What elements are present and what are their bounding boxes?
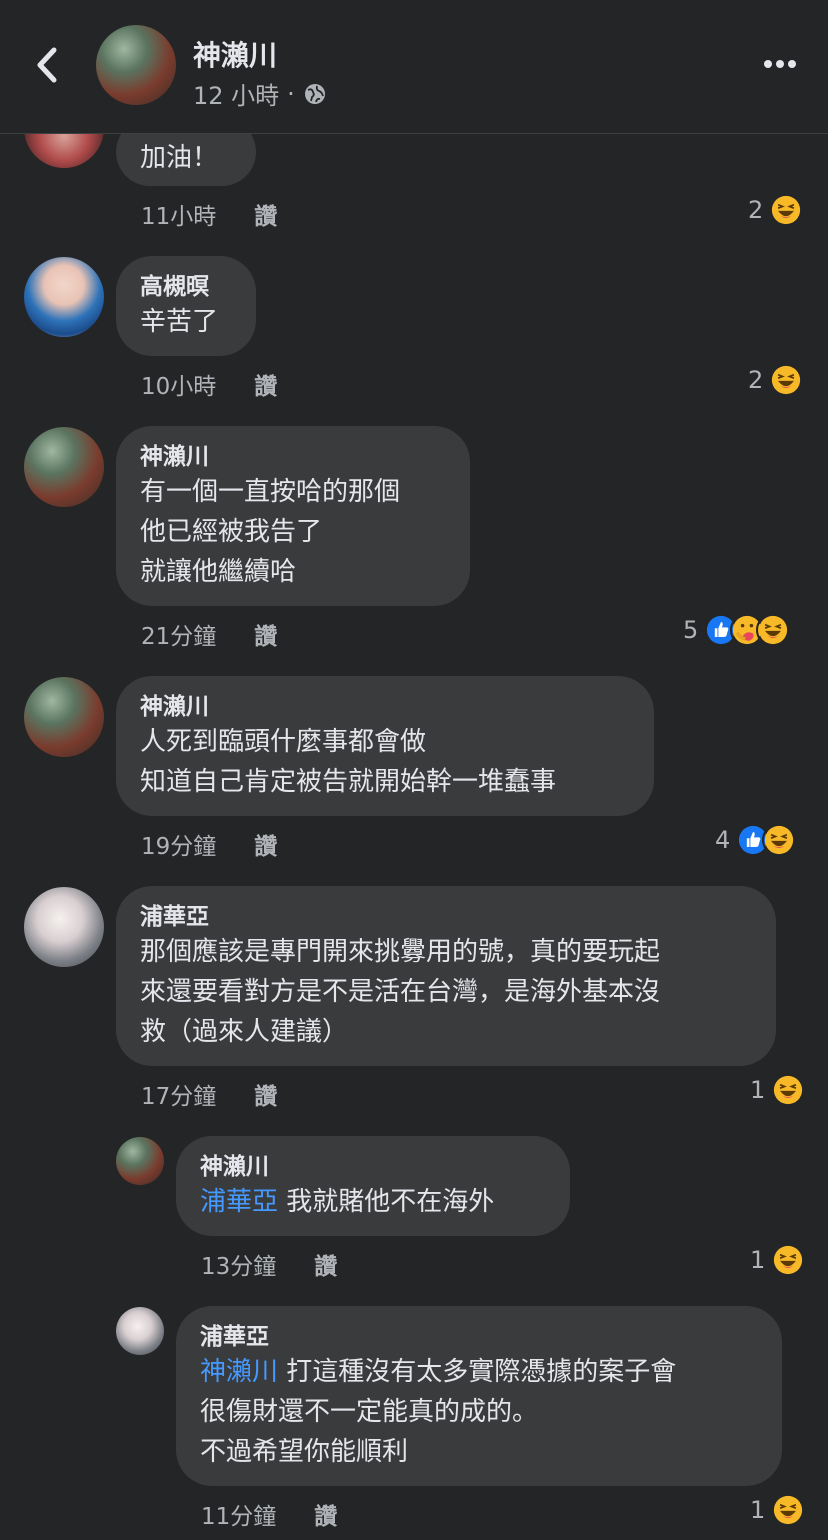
like-button[interactable]: 讚 (254, 1077, 277, 1111)
reaction-summary[interactable]: 2 (748, 193, 804, 227)
comment-time[interactable]: 10小時 (141, 367, 216, 401)
reaction-count: 5 (683, 616, 699, 644)
reaction-count: 2 (748, 196, 764, 224)
commenter-avatar[interactable] (116, 1137, 164, 1185)
reaction-summary[interactable]: 1 (750, 1493, 806, 1527)
reply-text: 我就賭他不在海外 (278, 1187, 495, 1217)
mention-link[interactable]: 神瀨川 (200, 1357, 278, 1387)
haha-reaction-icon (769, 193, 804, 227)
commenter-name[interactable]: 神瀨川 (140, 442, 446, 472)
reaction-count: 1 (750, 1246, 766, 1274)
like-button[interactable]: 讚 (254, 617, 277, 651)
comment-meta: 17分鐘 讚 (141, 1077, 277, 1111)
back-button[interactable] (28, 40, 68, 90)
comment-meta: 11分鐘 讚 (201, 1497, 337, 1531)
comment-text: 浦華亞 我就賭他不在海外 (200, 1182, 546, 1222)
comment-text: 有一個一直按哈的那個 他已經被我告了 就讓他繼續哈 (140, 477, 401, 587)
comment-time[interactable]: 11分鐘 (201, 1497, 276, 1531)
post-time[interactable]: 12 小時 (193, 76, 279, 111)
comment-meta: 21分鐘 讚 (141, 617, 277, 651)
post-header: 神瀨川 12 小時 · (0, 0, 828, 134)
comment-text: 那個應該是專門開來挑釁用的號，真的要玩起 來還要看對方是不是活在台灣，是海外基本… (140, 937, 661, 1047)
comment-meta: 10小時 讚 (141, 367, 277, 401)
like-button[interactable]: 讚 (254, 367, 277, 401)
reaction-count: 1 (750, 1076, 766, 1104)
haha-reaction-icon (756, 613, 791, 647)
haha-reaction-icon (771, 1493, 806, 1527)
commenter-avatar[interactable] (116, 1307, 164, 1355)
comment-bubble: 浦華亞 神瀨川 打這種沒有太多實際憑據的案子會 很傷財還不一定能真的成的。 不過… (176, 1306, 782, 1486)
like-button[interactable]: 讚 (254, 197, 277, 231)
comment-time[interactable]: 21分鐘 (141, 617, 216, 651)
commenter-avatar[interactable] (24, 427, 104, 507)
reaction-count: 2 (748, 366, 764, 394)
back-arrow-icon (37, 47, 57, 83)
comment-time[interactable]: 11小時 (141, 197, 216, 231)
commenter-name[interactable]: 浦華亞 (200, 1322, 758, 1352)
commenter-name[interactable]: 浦華亞 (140, 902, 752, 932)
like-button[interactable]: 讚 (254, 827, 277, 861)
more-options-icon[interactable] (760, 46, 800, 82)
comment-bubble: 神瀨川 有一個一直按哈的那個 他已經被我告了 就讓他繼續哈 (116, 426, 470, 606)
reply-text-first: 打這種沒有太多實際憑據的案子會 (278, 1357, 677, 1387)
author-avatar[interactable] (96, 25, 176, 105)
comment-meta: 19分鐘 讚 (141, 827, 277, 861)
commenter-avatar[interactable] (24, 887, 104, 967)
comment-bubble: 高槻暝 辛苦了 (116, 256, 256, 356)
commenter-avatar[interactable] (24, 257, 104, 337)
reaction-summary[interactable]: 1 (750, 1073, 806, 1107)
comment-bubble: 神瀨川 浦華亞 我就賭他不在海外 (176, 1136, 570, 1236)
comment-time[interactable]: 17分鐘 (141, 1077, 216, 1111)
globe-icon (304, 83, 325, 104)
comment-bubble: 神瀨川 人死到臨頭什麼事都會做 知道自己肯定被告就開始幹一堆蠢事 (116, 676, 654, 816)
comment-text: 人死到臨頭什麼事都會做 知道自己肯定被告就開始幹一堆蠢事 (140, 727, 557, 797)
meta-separator: · (287, 79, 295, 108)
reaction-summary[interactable]: 2 (748, 363, 804, 397)
comment-text: 辛苦了 (140, 307, 219, 337)
haha-reaction-icon (771, 1243, 806, 1277)
haha-reaction-icon (762, 823, 797, 857)
comment-text: 很傷財還不一定能真的成的。 不過希望你能順利 (200, 1397, 539, 1467)
like-button[interactable]: 讚 (314, 1247, 337, 1281)
haha-reaction-icon (771, 1073, 806, 1107)
like-button[interactable]: 讚 (314, 1497, 337, 1531)
reaction-count: 4 (715, 826, 731, 854)
commenter-avatar[interactable] (24, 677, 104, 757)
comment-bubble: 浦華亞 那個應該是專門開來挑釁用的號，真的要玩起 來還要看對方是不是活在台灣，是… (116, 886, 776, 1066)
comment-text: 加油！ (140, 143, 219, 173)
mention-link[interactable]: 浦華亞 (200, 1187, 278, 1217)
commenter-name[interactable]: 神瀨川 (200, 1152, 546, 1182)
commenter-name[interactable]: 神瀨川 (140, 692, 630, 722)
comment-meta: 13分鐘 讚 (201, 1247, 337, 1281)
reaction-summary[interactable]: 1 (750, 1243, 806, 1277)
commenter-name[interactable]: 高槻暝 (140, 272, 232, 302)
author-name[interactable]: 神瀨川 (193, 34, 277, 74)
comment-meta: 11小時 讚 (141, 197, 277, 231)
comment-time[interactable]: 13分鐘 (201, 1247, 276, 1281)
reaction-summary[interactable]: 5 (683, 613, 791, 647)
reaction-count: 1 (750, 1496, 766, 1524)
comment-text-line1: 神瀨川 打這種沒有太多實際憑據的案子會 (200, 1352, 758, 1392)
haha-reaction-icon (769, 363, 804, 397)
reaction-summary[interactable]: 4 (715, 823, 797, 857)
post-meta: 12 小時 · (193, 76, 327, 111)
comment-time[interactable]: 19分鐘 (141, 827, 216, 861)
